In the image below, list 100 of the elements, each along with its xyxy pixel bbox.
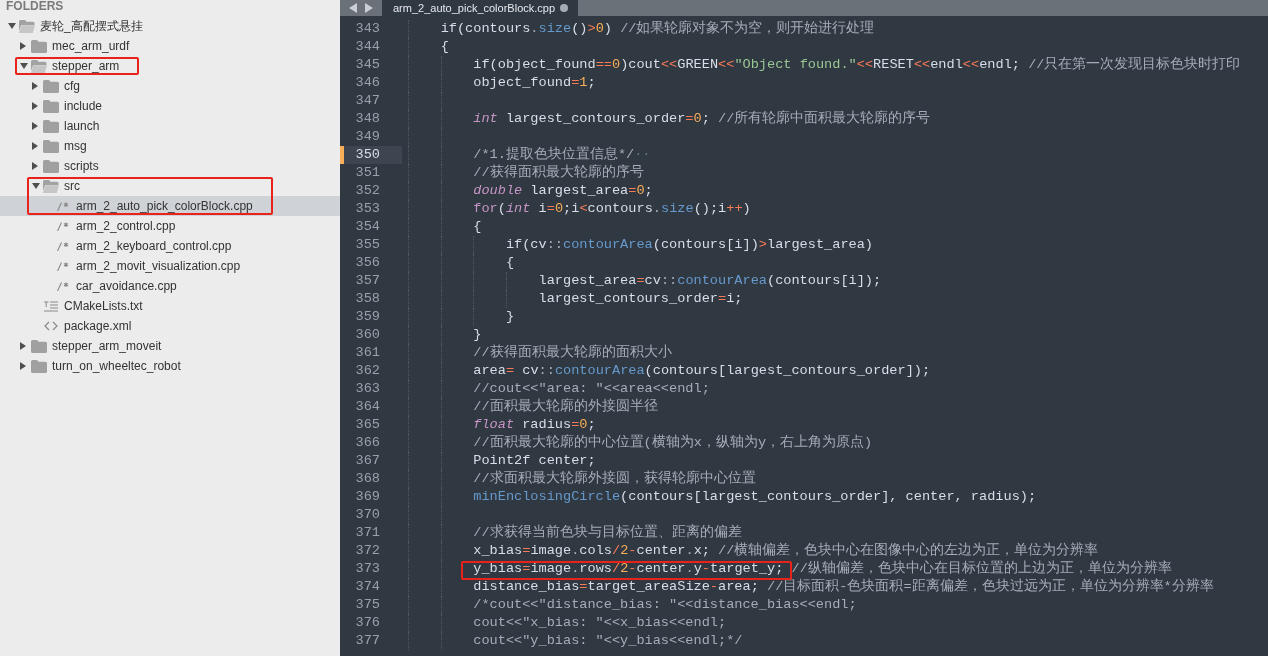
code-line: largest_area=cv::contourArea(contours[i]); [538,272,882,290]
code-line: minEnclosingCircle(contours[largest_contours_order], center, radius); [473,488,1037,506]
folder-item[interactable]: src [0,176,340,196]
text-lines-icon [44,300,58,312]
folder-item[interactable]: msg [0,136,340,156]
triangle-left-icon[interactable] [349,3,357,13]
folder-item[interactable]: include [0,96,340,116]
code-line: Point2f center; [473,452,596,470]
line-number: 345 [354,56,381,74]
code-line: if(object_found==0)cout<<GREEN<<"Object found."<<RESET<<endl<<endl; //只在第一次发现目标色块时打印 [473,56,1241,74]
file-item[interactable]: arm_2_control.cpp [0,216,340,236]
folder-item[interactable]: cfg [0,76,340,96]
line-number: 376 [354,614,381,632]
folder-item[interactable]: stepper_arm_moveit [0,336,340,356]
editor-tab[interactable]: arm_2_auto_pick_colorBlock.cpp [382,0,578,16]
folder-icon [43,159,59,173]
slash-asterisk-icon [57,281,69,291]
folder-icon [31,359,47,373]
caret-right-icon[interactable] [20,42,26,50]
code-line: //获得面积最大轮廓的面积大小 [473,344,672,362]
caret-right-icon[interactable] [32,122,38,130]
caret-right-icon[interactable] [32,102,38,110]
file-item[interactable]: arm_2_keyboard_control.cpp [0,236,340,256]
code-line: /*1.提取色块位置信息*/·· [473,146,651,164]
folder-icon [43,99,59,113]
code-line: cout<<"y_bias: "<<y_bias<<endl;*/ [473,632,743,650]
code-line: distance_bias=target_areaSize-area; //目标面积-色块面积=距离偏差，色块过远为正，单位为分辨率*分辨率 [473,578,1214,596]
folder-icon [31,39,47,53]
folder-item[interactable]: turn_on_wheeltec_robot [0,356,340,376]
slash-asterisk-icon [57,201,69,211]
code-line: cout<<"x_bias: "<<x_bias<<endl; [473,614,727,632]
code-line: } [505,308,515,326]
code-line: //求获得当前色块与目标位置、距离的偏差 [473,524,742,542]
slash-asterisk-icon [57,241,69,251]
code-line: { [505,254,515,272]
line-number: 350 [340,146,402,164]
line-number: 349 [354,128,381,146]
folder-item[interactable]: scripts [0,156,340,176]
folder-icon [43,119,59,133]
line-number: 372 [354,542,381,560]
file-item[interactable]: package.xml [0,316,340,336]
code-line: //cout<<"area: "<<area<<endl; [473,380,710,398]
code-line: for(int i=0;i<contours.size();i++) [473,200,751,218]
caret-right-icon[interactable] [20,362,26,370]
code-line: area= cv::contourArea(contours[largest_contours_order]); [473,362,931,380]
code-line: { [440,38,449,56]
line-number: 344 [354,38,381,56]
slash-asterisk-icon [57,261,69,271]
line-number: 356 [354,254,381,272]
code-line: //面积最大轮廓的中心位置(横轴为x，纵轴为y，右上角为原点) [473,434,873,452]
folder-icon [43,79,59,93]
open-folder-icon [19,19,35,33]
line-number: 369 [354,488,381,506]
code-line: if(contours.size()>0) //如果轮廓对象不为空，则开始进行处理 [440,20,875,38]
triangle-right-icon[interactable] [365,3,373,13]
line-number: 351 [354,164,381,182]
folder-item[interactable]: launch [0,116,340,136]
caret-right-icon[interactable] [32,82,38,90]
line-number: 357 [354,272,381,290]
code-line: //获得面积最大轮廓的序号 [473,164,644,182]
caret-down-icon[interactable] [20,63,28,69]
code-line: double largest_area=0; [473,182,653,200]
line-number: 352 [354,182,381,200]
code-line: int largest_contours_order=0; //所有轮廓中面积最大轮廓的序号 [473,110,931,128]
line-number: 365 [354,416,381,434]
file-item[interactable]: arm_2_movit_visualization.cpp [0,256,340,276]
folder-item[interactable]: 麦轮_高配摆式悬挂 [0,16,340,36]
line-number: 358 [354,290,381,308]
folder-item[interactable]: mec_arm_urdf [0,36,340,56]
line-number: 353 [354,200,381,218]
file-item[interactable]: car_avoidance.cpp [0,276,340,296]
line-number: 367 [354,452,381,470]
code-line: x_bias=image.cols/2-center.x; //横轴偏差，色块中心在图像中心的左边为正，单位为分辨率 [473,542,1099,560]
line-number: 343 [354,20,381,38]
caret-right-icon[interactable] [32,142,38,150]
line-number: 359 [354,308,381,326]
code-line: largest_contours_order=i; [538,290,743,308]
code-line: { [473,218,482,236]
line-number: 364 [354,398,381,416]
line-number: 355 [354,236,381,254]
folder-icon [43,139,59,153]
line-number: 347 [354,92,381,110]
caret-right-icon[interactable] [32,162,38,170]
line-number: 366 [354,434,381,452]
file-item[interactable]: arm_2_auto_pick_colorBlock.cpp [0,196,340,216]
open-folder-icon [43,179,59,193]
file-item[interactable]: CMakeLists.txt [0,296,340,316]
angle-brackets-icon [44,321,58,331]
line-number: 354 [354,218,381,236]
line-number: 361 [354,344,381,362]
line-number: 377 [354,632,381,650]
line-number: 375 [354,596,381,614]
folder-item[interactable]: stepper_arm [0,56,340,76]
line-number: 373 [354,560,381,578]
caret-down-icon[interactable] [32,183,40,189]
caret-down-icon[interactable] [8,23,16,29]
caret-right-icon[interactable] [20,342,26,350]
line-number: 368 [354,470,381,488]
line-number: 363 [354,380,381,398]
open-folder-icon [31,59,47,73]
